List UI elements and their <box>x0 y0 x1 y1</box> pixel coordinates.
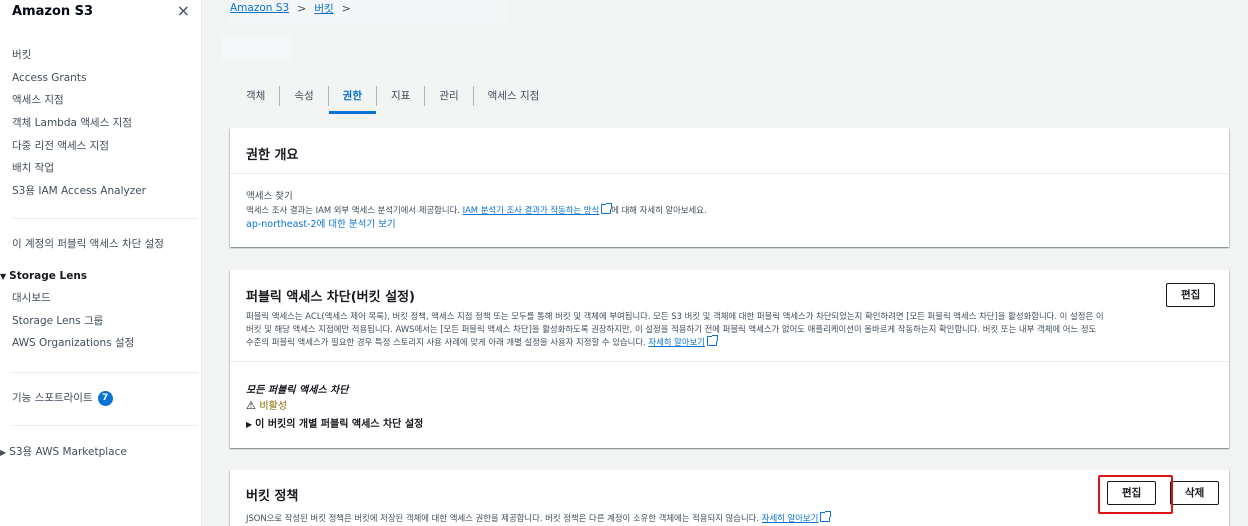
sidebar-storage-lens-group: ▼ Storage Lens 대시보드 Storage Lens 그룹 AWS O… <box>0 265 134 355</box>
block-public-access-header: 퍼블릭 액세스 차단(버킷 설정) 편집 퍼블릭 액세스는 ACL(액세스 제어… <box>230 270 1229 362</box>
external-link-icon[interactable] <box>706 335 718 346</box>
description-line: 수준의 퍼블릭 액세스가 필요한 경우 특정 스토리지 사용 사례에 맞게 아래… <box>246 335 1226 349</box>
description-line: 퍼블릭 액세스는 ACL(액세스 제어 목록), 버킷 정책, 액세스 지점 정… <box>246 311 1104 321</box>
feature-spotlight-label: 기능 스포트라이트 <box>12 392 93 404</box>
block-public-access-card: 퍼블릭 액세스 차단(버킷 설정) 편집 퍼블릭 액세스는 ACL(액세스 제어… <box>230 270 1229 448</box>
description-line: 버킷 및 해당 액세스 지점에만 적용됩니다. AWS에서는 [모든 퍼블릭 액… <box>246 324 1097 334</box>
tab-metrics[interactable]: 지표 <box>377 78 424 114</box>
status-text: 비활성 <box>259 401 287 412</box>
individual-settings-expander[interactable]: ▶ 이 버킷의 개별 퍼블릭 액세스 차단 설정 <box>246 414 1213 436</box>
permissions-overview-card: 권한 개요 액세스 찾기 액세스 조사 결과는 IAM 외부 액세스 분석기에서… <box>230 128 1229 247</box>
caret-right-icon: ▶ <box>246 420 253 429</box>
highlight-box <box>1098 475 1173 514</box>
external-link-icon[interactable] <box>820 511 832 522</box>
breadcrumb-amazon-s3[interactable]: Amazon S3 <box>230 2 289 14</box>
sidebar-item-batch-operations[interactable]: 배치 작업 <box>12 157 146 180</box>
sidebar-title[interactable]: Amazon S3 <box>12 4 93 19</box>
tab-permissions[interactable]: 권한 <box>328 78 377 114</box>
sidebar-item-feature-spotlight[interactable]: 기능 스포트라이트 7 <box>12 387 113 410</box>
sidebar-item-multi-region-access-points[interactable]: 다중 리전 액세스 지점 <box>12 135 146 158</box>
access-findings-label: 액세스 찾기 <box>246 191 293 202</box>
marketplace-label: S3용 AWS Marketplace <box>9 446 127 458</box>
iam-analyzer-link[interactable]: IAM 분석기 조사 결과가 작동하는 방식 <box>463 205 600 215</box>
view-analyzer-link[interactable]: ap-northeast-2에 대한 분석기 보기 <box>246 217 1213 233</box>
warning-icon: ⚠ <box>246 399 256 412</box>
description-suffix: 에 대해 자세히 알아보세요. <box>611 205 707 215</box>
sidebar-item-access-points[interactable]: 액세스 지점 <box>12 89 146 112</box>
tab-management[interactable]: 관리 <box>425 78 472 114</box>
sidebar-item-organizations-settings[interactable]: AWS Organizations 설정 <box>12 332 134 355</box>
block-public-access-description: 퍼블릭 액세스는 ACL(액세스 제어 목록), 버킷 정책, 액세스 지점 정… <box>246 310 1226 349</box>
tab-properties[interactable]: 속성 <box>280 78 327 114</box>
permissions-overview-body: 액세스 찾기 액세스 조사 결과는 IAM 외부 액세스 분석기에서 제공합니다… <box>230 174 1229 233</box>
tab-objects[interactable]: 객체 <box>230 78 279 114</box>
breadcrumb: Amazon S3 > 버킷 > <box>230 0 359 16</box>
caret-down-icon: ▼ <box>0 272 7 281</box>
sidebar-item-account-block-public-access[interactable]: 이 계정의 퍼블릭 액세스 차단 설정 <box>12 233 164 256</box>
description-text: 수준의 퍼블릭 액세스가 필요한 경우 특정 스토리지 사용 사례에 맞게 아래… <box>246 337 646 347</box>
sidebar-header: Amazon S3 × <box>12 0 190 22</box>
bucket-tabs: 객체 속성 권한 지표 관리 액세스 지점 <box>230 78 553 114</box>
sidebar-marketplace-group: ▶ S3용 AWS Marketplace <box>0 441 127 464</box>
access-findings-description: 액세스 조사 결과는 IAM 외부 액세스 분석기에서 제공합니다. IAM 분… <box>246 203 1213 217</box>
bucket-policy-card: 버킷 정책 편집 삭제 JSON으로 작성된 버킷 정책은 버킷에 저장된 객체… <box>230 470 1229 526</box>
sidebar-main-links: 버킷 Access Grants 액세스 지점 객체 Lambda 액세스 지점… <box>12 44 146 203</box>
page-title-placeholder <box>222 34 292 62</box>
chevron-right-icon: > <box>341 1 351 15</box>
bucket-policy-description: JSON으로 작성된 버킷 정책은 버킷에 저장된 객체에 대한 액세스 권한을… <box>246 511 1213 525</box>
chevron-right-icon: > <box>297 1 307 15</box>
sidebar-divider <box>12 218 198 219</box>
sidebar-divider <box>12 372 198 373</box>
block-all-public-access-label: 모든 퍼블릭 액세스 차단 <box>246 385 349 396</box>
learn-more-link[interactable]: 자세히 알아보기 <box>648 337 705 347</box>
bucket-policy-header: 버킷 정책 편집 삭제 JSON으로 작성된 버킷 정책은 버킷에 저장된 객체… <box>230 470 1229 526</box>
permissions-overview-header: 권한 개요 <box>230 128 1229 174</box>
sidebar-item-storage-lens-groups[interactable]: Storage Lens 그룹 <box>12 310 134 333</box>
sidebar-item-object-lambda-access-points[interactable]: 객체 Lambda 액세스 지점 <box>12 112 146 135</box>
caret-right-icon: ▶ <box>0 448 7 457</box>
learn-more-link[interactable]: 자세히 알아보기 <box>762 513 819 523</box>
external-link-icon[interactable] <box>601 203 613 214</box>
description-text: JSON으로 작성된 버킷 정책은 버킷에 저장된 객체에 대한 액세스 권한을… <box>246 513 760 523</box>
description-text: 액세스 조사 결과는 IAM 외부 액세스 분석기에서 제공합니다. <box>246 205 460 215</box>
sidebar-divider <box>12 425 198 426</box>
bucket-policy-delete-button[interactable]: 삭제 <box>1170 481 1220 505</box>
sidebar-item-iam-access-analyzer[interactable]: S3용 IAM Access Analyzer <box>12 180 146 203</box>
block-public-access-body: 모든 퍼블릭 액세스 차단 ⚠ 비활성 ▶ 이 버킷의 개별 퍼블릭 액세스 차단… <box>230 362 1229 436</box>
block-public-access-title: 퍼블릭 액세스 차단(버킷 설정) <box>246 290 415 305</box>
block-status: ⚠ 비활성 <box>246 398 1213 414</box>
block-public-access-edit-button[interactable]: 편집 <box>1166 283 1216 307</box>
close-icon[interactable]: × <box>177 3 190 19</box>
breadcrumb-buckets[interactable]: 버킷 <box>314 1 333 16</box>
expander-label: 이 버킷의 개별 퍼블릭 액세스 차단 설정 <box>255 419 424 430</box>
sidebar-feature-spotlight-group: 기능 스포트라이트 7 <box>12 387 113 410</box>
sidebar-block-public-access-group: 이 계정의 퍼블릭 액세스 차단 설정 <box>12 233 164 256</box>
sidebar-item-buckets[interactable]: 버킷 <box>12 44 146 67</box>
tab-access-points[interactable]: 액세스 지점 <box>474 78 554 114</box>
sidebar-item-dashboards[interactable]: 대시보드 <box>12 287 134 310</box>
side-navigation: Amazon S3 × 버킷 Access Grants 액세스 지점 객체 L… <box>0 0 202 526</box>
storage-lens-section-toggle[interactable]: ▼ Storage Lens <box>0 265 134 287</box>
storage-lens-title: Storage Lens <box>9 270 88 282</box>
permissions-overview-title: 권한 개요 <box>246 148 299 163</box>
sidebar-item-marketplace[interactable]: ▶ S3용 AWS Marketplace <box>0 441 127 464</box>
feature-count-badge: 7 <box>97 390 113 406</box>
bucket-policy-title: 버킷 정책 <box>246 489 299 504</box>
sidebar-item-access-grants[interactable]: Access Grants <box>12 67 146 90</box>
